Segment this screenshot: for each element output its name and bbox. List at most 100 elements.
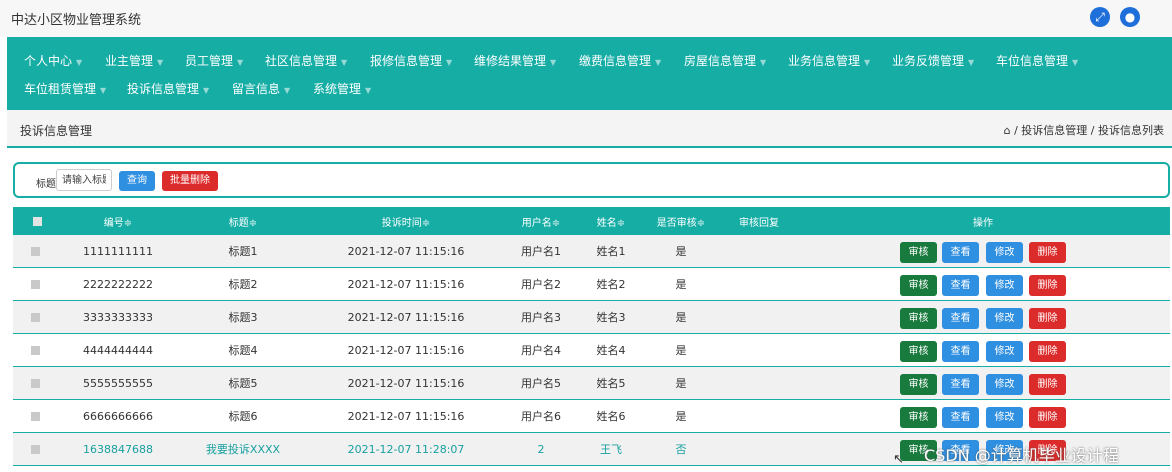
breadcrumb: ⌂ / 投诉信息管理 / 投诉信息列表 (1004, 122, 1164, 138)
chevron-down-icon: ▼ (760, 58, 767, 67)
audit-button[interactable]: 审核 (900, 308, 937, 329)
delete-button[interactable]: 删除 (1029, 308, 1066, 329)
row-checkbox[interactable] (31, 312, 40, 322)
delete-button[interactable]: 删除 (1029, 407, 1066, 428)
chevron-down-icon: ▼ (284, 86, 291, 95)
nav-item-parking-info[interactable]: 车位信息管理 ▼ (996, 52, 1078, 69)
audit-button[interactable]: 审核 (900, 242, 937, 263)
header-id[interactable]: 编号≑ (63, 207, 173, 235)
table-row: 5555555555 标题5 2021-12-07 11:15:16 用户名5 姓名5 是… (13, 367, 1170, 400)
cell-time: 2021-12-07 11:15:16 (347, 343, 465, 357)
view-button[interactable]: 查看 (942, 407, 979, 428)
cell-time: 2021-12-07 11:15:16 (347, 409, 465, 423)
chevron-down-icon: ▼ (237, 58, 244, 67)
nav-item-repair-result[interactable]: 维修结果管理 ▼ (474, 52, 556, 69)
cell-id: 1111111111 (83, 244, 153, 258)
audit-button[interactable]: 审核 (900, 407, 937, 428)
cell-title: 标题5 (228, 377, 258, 390)
expand-icon[interactable]: ⤢ (1090, 7, 1110, 27)
header-time[interactable]: 投诉时间≑ (346, 207, 466, 235)
nav-item-personal-center[interactable]: 个人中心 ▼ (24, 52, 82, 69)
nav-item-house-info[interactable]: 房屋信息管理 ▼ (684, 52, 766, 69)
nav-item-parking-rental[interactable]: 车位租赁管理 ▼ (24, 80, 106, 97)
nav-item-repair-info[interactable]: 报修信息管理 ▼ (370, 52, 452, 69)
edit-button[interactable]: 修改 (986, 308, 1023, 329)
table-row: 6666666666 标题6 2021-12-07 11:15:16 用户名6 姓名6 是… (13, 400, 1170, 433)
row-checkbox[interactable] (31, 246, 40, 256)
row-checkbox[interactable] (31, 411, 40, 421)
header-reply: 审核回复 (739, 217, 779, 229)
user-icon[interactable]: ● (1120, 7, 1140, 27)
header-name[interactable]: 姓名≑ (586, 207, 636, 235)
audit-button[interactable]: 审核 (900, 341, 937, 362)
delete-button[interactable]: 删除 (1029, 242, 1066, 263)
edit-button[interactable]: 修改 (986, 341, 1023, 362)
cell-title: 我要投诉XXXX (205, 443, 281, 456)
cell-audited: 是 (675, 278, 687, 291)
cell-time: 2021-12-07 11:15:16 (347, 277, 465, 291)
nav-item-business-info[interactable]: 业务信息管理 ▼ (788, 52, 870, 69)
cell-id: 6666666666 (83, 409, 153, 423)
batch-delete-button[interactable]: 批量删除 (162, 171, 218, 191)
row-checkbox[interactable] (31, 345, 40, 355)
nav-item-system[interactable]: 系统管理 ▼ (313, 80, 371, 97)
search-panel: 标题 查询 批量删除 (13, 162, 1170, 198)
home-icon[interactable]: ⌂ (1004, 124, 1011, 137)
edit-button[interactable]: 修改 (986, 242, 1023, 263)
cell-audited: 是 (675, 377, 687, 390)
view-button[interactable]: 查看 (942, 374, 979, 395)
view-button[interactable]: 查看 (942, 308, 979, 329)
audit-button[interactable]: 审核 (900, 275, 937, 296)
edit-button[interactable]: 修改 (986, 407, 1023, 428)
cell-username: 用户名3 (521, 311, 561, 324)
mouse-cursor-icon: ↖ (893, 452, 904, 467)
view-button[interactable]: 查看 (942, 242, 979, 263)
delete-button[interactable]: 删除 (1029, 341, 1066, 362)
row-checkbox[interactable] (31, 444, 40, 454)
cell-name: 姓名6 (596, 410, 626, 423)
nav-item-business-feedback[interactable]: 业务反馈管理 ▼ (892, 52, 974, 69)
chevron-down-icon: ▼ (968, 58, 975, 67)
cell-time: 2021-12-07 11:15:16 (347, 310, 465, 324)
header-username[interactable]: 用户名≑ (506, 207, 576, 235)
cell-id: 1638847688 (83, 442, 153, 456)
chevron-down-icon: ▼ (157, 58, 164, 67)
delete-button[interactable]: 删除 (1029, 374, 1066, 395)
select-all-checkbox[interactable] (32, 216, 42, 226)
nav-item-payment-info[interactable]: 缴费信息管理 ▼ (579, 52, 661, 69)
row-checkbox[interactable] (31, 378, 40, 388)
view-button[interactable]: 查看 (942, 275, 979, 296)
chevron-down-icon: ▼ (864, 58, 871, 67)
chevron-down-icon: ▼ (100, 86, 107, 95)
page-header: 投诉信息管理 ⌂ / 投诉信息管理 / 投诉信息列表 (7, 110, 1172, 148)
nav-item-messages[interactable]: 留言信息 ▼ (232, 80, 290, 97)
nav-item-community-info[interactable]: 社区信息管理 ▼ (265, 52, 347, 69)
cell-username: 用户名6 (521, 410, 561, 423)
cell-time: 2021-12-07 11:15:16 (347, 244, 465, 258)
cell-username: 2 (537, 442, 545, 456)
edit-button[interactable]: 修改 (986, 374, 1023, 395)
cell-id: 2222222222 (83, 277, 153, 291)
header-audited[interactable]: 是否审核≑ (653, 207, 709, 235)
view-button[interactable]: 查看 (942, 341, 979, 362)
table-header: 编号≑ 标题≑ 投诉时间≑ 用户名≑ 姓名≑ 是否审核≑ 审核回复 操作 (13, 207, 1170, 235)
cell-name: 王飞 (600, 443, 622, 456)
nav-item-complaint-info[interactable]: 投诉信息管理 ▼ (127, 80, 209, 97)
cell-username: 用户名4 (521, 344, 561, 357)
cell-title: 标题3 (228, 311, 258, 324)
cell-title: 标题1 (228, 245, 258, 258)
title-search-input[interactable] (56, 169, 112, 191)
cell-name: 姓名4 (596, 344, 626, 357)
nav-item-staff[interactable]: 员工管理 ▼ (185, 52, 243, 69)
cell-audited: 是 (675, 245, 687, 258)
nav-item-owners[interactable]: 业主管理 ▼ (105, 52, 163, 69)
edit-button[interactable]: 修改 (986, 275, 1023, 296)
cell-time: 2021-12-07 11:28:07 (347, 442, 465, 456)
audit-button[interactable]: 审核 (900, 374, 937, 395)
header-title[interactable]: 标题≑ (193, 207, 293, 235)
chevron-down-icon: ▼ (341, 58, 348, 67)
table-body: 1111111111 标题1 2021-12-07 11:15:16 用户名1 姓名1 是… (13, 235, 1170, 466)
row-checkbox[interactable] (31, 279, 40, 289)
query-button[interactable]: 查询 (119, 171, 155, 191)
delete-button[interactable]: 删除 (1029, 275, 1066, 296)
